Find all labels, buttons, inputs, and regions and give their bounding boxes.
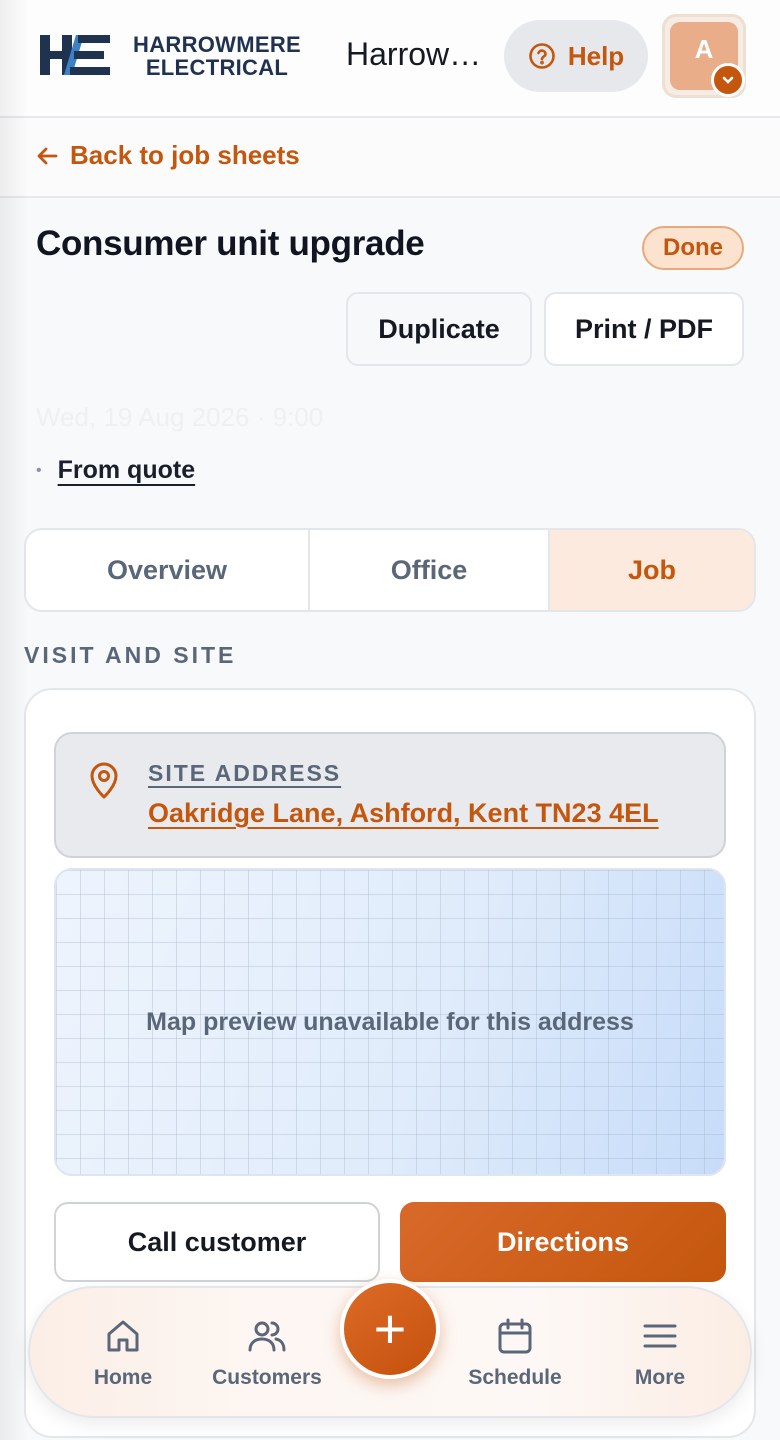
- nav-home[interactable]: Home: [58, 1316, 188, 1390]
- directions-button[interactable]: Directions: [400, 1202, 726, 1282]
- calendar-icon: [498, 1318, 532, 1354]
- job-source: • From quote: [36, 456, 195, 485]
- bullet-dot: •: [36, 461, 42, 479]
- duplicate-button[interactable]: Duplicate: [346, 292, 532, 366]
- help-label: Help: [567, 40, 625, 71]
- home-icon: [107, 1320, 139, 1352]
- status-badge: Done: [642, 226, 744, 270]
- account-menu[interactable]: A: [662, 14, 746, 98]
- help-circle-icon: [529, 43, 555, 69]
- site-address-box: SITE ADDRESS Oakridge Lane, Ashford, Ken…: [54, 732, 726, 858]
- users-icon: [248, 1321, 286, 1352]
- brand-line-1: HARROWMERE: [133, 32, 301, 57]
- map-unavailable-message: Map preview unavailable for this address: [146, 1007, 634, 1036]
- add-button[interactable]: +: [340, 1279, 440, 1379]
- back-to-job-sheets-link[interactable]: Back to job sheets: [36, 140, 300, 171]
- site-address-link[interactable]: Oakridge Lane, Ashford, Kent TN23 4EL: [148, 798, 659, 829]
- tab-job[interactable]: Job: [550, 530, 754, 610]
- brand-line-2: ELECTRICAL: [145, 55, 289, 80]
- section-heading: VISIT AND SITE: [24, 642, 237, 668]
- nav-home-label: Home: [93, 1366, 153, 1389]
- company-title: Harrowmere Electrical: [346, 36, 490, 72]
- brand-name: HARROWMERE ELECTRICAL: [122, 33, 312, 79]
- nav-customers[interactable]: Customers: [202, 1316, 332, 1390]
- job-tabs: Overview Office Job: [24, 528, 756, 612]
- chevron-down-icon: [711, 63, 745, 97]
- job-date: Wed, 19 Aug 2026 · 9:00: [36, 402, 324, 432]
- nav-schedule-label: Schedule: [468, 1366, 562, 1389]
- nav-more[interactable]: More: [595, 1316, 725, 1390]
- site-address-label: SITE ADDRESS: [148, 760, 342, 786]
- nav-schedule[interactable]: Schedule: [450, 1316, 580, 1390]
- app-header: HARROWMERE ELECTRICAL Harrowmere Electri…: [0, 0, 780, 118]
- menu-icon: [643, 1324, 677, 1348]
- help-button[interactable]: Help: [504, 20, 648, 92]
- brand-logo-icon: [40, 35, 110, 75]
- page-title: Consumer unit upgrade: [36, 224, 425, 263]
- tab-overview[interactable]: Overview: [26, 530, 310, 610]
- map-preview: Map preview unavailable for this address: [54, 868, 726, 1176]
- arrow-left-icon: [37, 147, 58, 164]
- nav-customers-label: Customers: [212, 1366, 322, 1389]
- from-quote-link[interactable]: From quote: [58, 456, 196, 485]
- map-pin-icon: [90, 762, 118, 799]
- tab-office[interactable]: Office: [310, 530, 550, 610]
- print-pdf-button[interactable]: Print / PDF: [544, 292, 744, 366]
- nav-more-label: More: [634, 1366, 686, 1389]
- call-customer-button[interactable]: Call customer: [54, 1202, 380, 1282]
- breadcrumb: Back to job sheets: [0, 118, 780, 198]
- back-link-label: Back to job sheets: [70, 140, 300, 170]
